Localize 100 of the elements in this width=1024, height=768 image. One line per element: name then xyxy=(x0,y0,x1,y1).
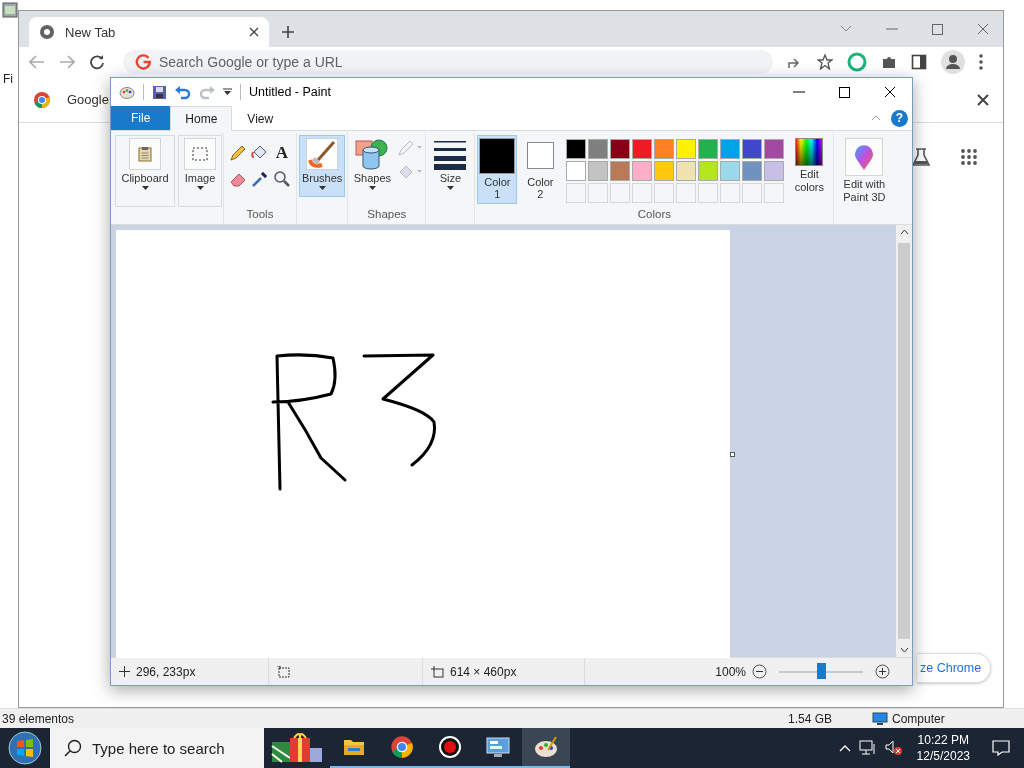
size-button[interactable]: Size xyxy=(428,135,473,194)
palette-swatch[interactable] xyxy=(676,139,697,159)
zoom-slider-thumb[interactable] xyxy=(817,662,826,679)
chrome-icon xyxy=(39,24,55,40)
palette-swatch[interactable] xyxy=(764,161,785,181)
reload-icon[interactable] xyxy=(89,54,105,70)
bookmark-link[interactable]: Google xyxy=(67,92,109,107)
paint-3d-button[interactable]: Edit with Paint 3D xyxy=(836,135,893,208)
maximize-icon[interactable] xyxy=(839,86,850,98)
caret-icon[interactable] xyxy=(196,186,204,190)
scrollbar[interactable] xyxy=(896,225,912,657)
palette-swatch[interactable] xyxy=(676,161,697,181)
brushes-button[interactable]: Brushes xyxy=(299,135,346,197)
shapes-button[interactable]: Shapes xyxy=(350,135,395,194)
close-icon[interactable] xyxy=(977,93,989,106)
flask-icon[interactable] xyxy=(911,147,931,167)
palette-swatch[interactable] xyxy=(610,139,631,159)
menu-icon[interactable] xyxy=(979,54,983,70)
clock-date: 12/5/2023 xyxy=(916,748,970,764)
volume-muted-icon[interactable] xyxy=(884,740,903,756)
zoom-out-icon[interactable] xyxy=(752,664,767,679)
scroll-up-icon[interactable] xyxy=(899,229,909,235)
new-tab-icon[interactable] xyxy=(281,25,295,39)
palette-swatch[interactable] xyxy=(610,161,631,181)
image-button[interactable]: Image xyxy=(178,135,222,207)
ribbon-tab[interactable]: Home xyxy=(170,106,233,131)
taskbar-app-button[interactable] xyxy=(522,728,570,768)
palette-swatch[interactable] xyxy=(632,139,653,159)
palette-swatch[interactable] xyxy=(654,139,675,159)
color-select-button[interactable]: Color 2 xyxy=(520,135,561,204)
chevron-up-icon[interactable] xyxy=(838,744,851,752)
palette-swatch[interactable] xyxy=(742,161,763,181)
outline-icon xyxy=(397,139,424,157)
canvas-size-icon xyxy=(431,665,444,678)
zoom-in-icon[interactable] xyxy=(875,664,890,679)
palette-swatch[interactable] xyxy=(588,139,609,159)
selection-icon xyxy=(192,147,208,161)
resize-handle[interactable] xyxy=(730,452,735,457)
star-icon[interactable] xyxy=(817,54,833,70)
close-icon[interactable] xyxy=(884,86,896,98)
scroll-down-icon[interactable] xyxy=(899,647,909,653)
fill-icon xyxy=(397,163,424,181)
clock-time: 10:22 PM xyxy=(917,732,969,748)
palette-swatch[interactable] xyxy=(742,139,763,159)
palette-swatch[interactable] xyxy=(566,139,587,159)
palette-swatch[interactable] xyxy=(588,161,609,181)
paint-palette-icon xyxy=(534,736,558,758)
color-select-button[interactable]: Color 1 xyxy=(477,135,518,204)
apps-grid-icon[interactable] xyxy=(961,149,977,165)
start-button-icon[interactable] xyxy=(8,731,42,765)
caret-icon[interactable] xyxy=(141,186,149,190)
help-button[interactable]: ? xyxy=(891,109,908,127)
caret-icon[interactable] xyxy=(368,186,376,190)
palette-swatch[interactable] xyxy=(566,161,587,181)
collapse-ribbon-icon[interactable] xyxy=(871,115,881,121)
shapes-icon xyxy=(355,138,390,170)
paint-3d-icon xyxy=(853,143,876,171)
close-icon[interactable] xyxy=(249,27,259,37)
chrome-logo-icon xyxy=(390,735,414,759)
color-picker-icon[interactable] xyxy=(250,169,270,189)
pencil-icon[interactable] xyxy=(228,143,248,163)
address-bar[interactable]: Search Google or type a URL xyxy=(123,50,773,74)
save-icon[interactable] xyxy=(152,84,167,100)
caret-icon[interactable] xyxy=(318,186,326,190)
extension-icon[interactable] xyxy=(847,52,867,72)
customize-chrome-button[interactable]: ze Chrome xyxy=(917,653,991,683)
palette-swatch[interactable] xyxy=(720,161,741,181)
side-panel-icon[interactable] xyxy=(911,54,927,70)
search-box[interactable]: Type here to search xyxy=(50,728,264,768)
palette-swatch[interactable] xyxy=(720,139,741,159)
cursor-position: 296, 233px xyxy=(136,664,196,679)
edit-colors-button[interactable]: Edit colors xyxy=(787,135,832,198)
notification-icon[interactable] xyxy=(992,740,1010,756)
clipboard-button[interactable]: Clipboard xyxy=(115,135,175,207)
palette-swatch[interactable] xyxy=(698,139,719,159)
undo-icon[interactable] xyxy=(175,84,191,100)
palette-swatch[interactable] xyxy=(654,161,675,181)
caret-icon[interactable] xyxy=(446,186,454,190)
gifts-icon xyxy=(270,732,324,764)
magnifier-icon[interactable] xyxy=(272,169,292,189)
network-icon[interactable] xyxy=(858,740,877,756)
chevron-down-icon[interactable] xyxy=(840,25,852,33)
partial-label: Fi xyxy=(3,72,13,86)
search-icon xyxy=(64,739,82,757)
browser-tab[interactable]: New Tab xyxy=(29,17,269,47)
palette-swatch[interactable] xyxy=(764,139,785,159)
palette-swatch[interactable] xyxy=(632,161,653,181)
ribbon-tab[interactable]: View xyxy=(232,106,289,131)
canvas-size: 614 × 460px xyxy=(450,664,517,679)
ribbon-tab[interactable]: File xyxy=(111,106,171,130)
profile-icon[interactable] xyxy=(941,50,965,74)
palette-swatch[interactable] xyxy=(698,161,719,181)
window-title: Untitled - Paint xyxy=(249,85,331,99)
zoom-level: 100% xyxy=(715,664,746,679)
customize-toolbar-icon[interactable] xyxy=(223,88,232,96)
control-panel-icon xyxy=(486,736,510,758)
group-label: Tools xyxy=(245,208,275,222)
group-label: Shapes xyxy=(366,208,408,222)
item-count: 39 elementos xyxy=(1,712,76,726)
text-tool-button[interactable]: A xyxy=(272,143,292,163)
